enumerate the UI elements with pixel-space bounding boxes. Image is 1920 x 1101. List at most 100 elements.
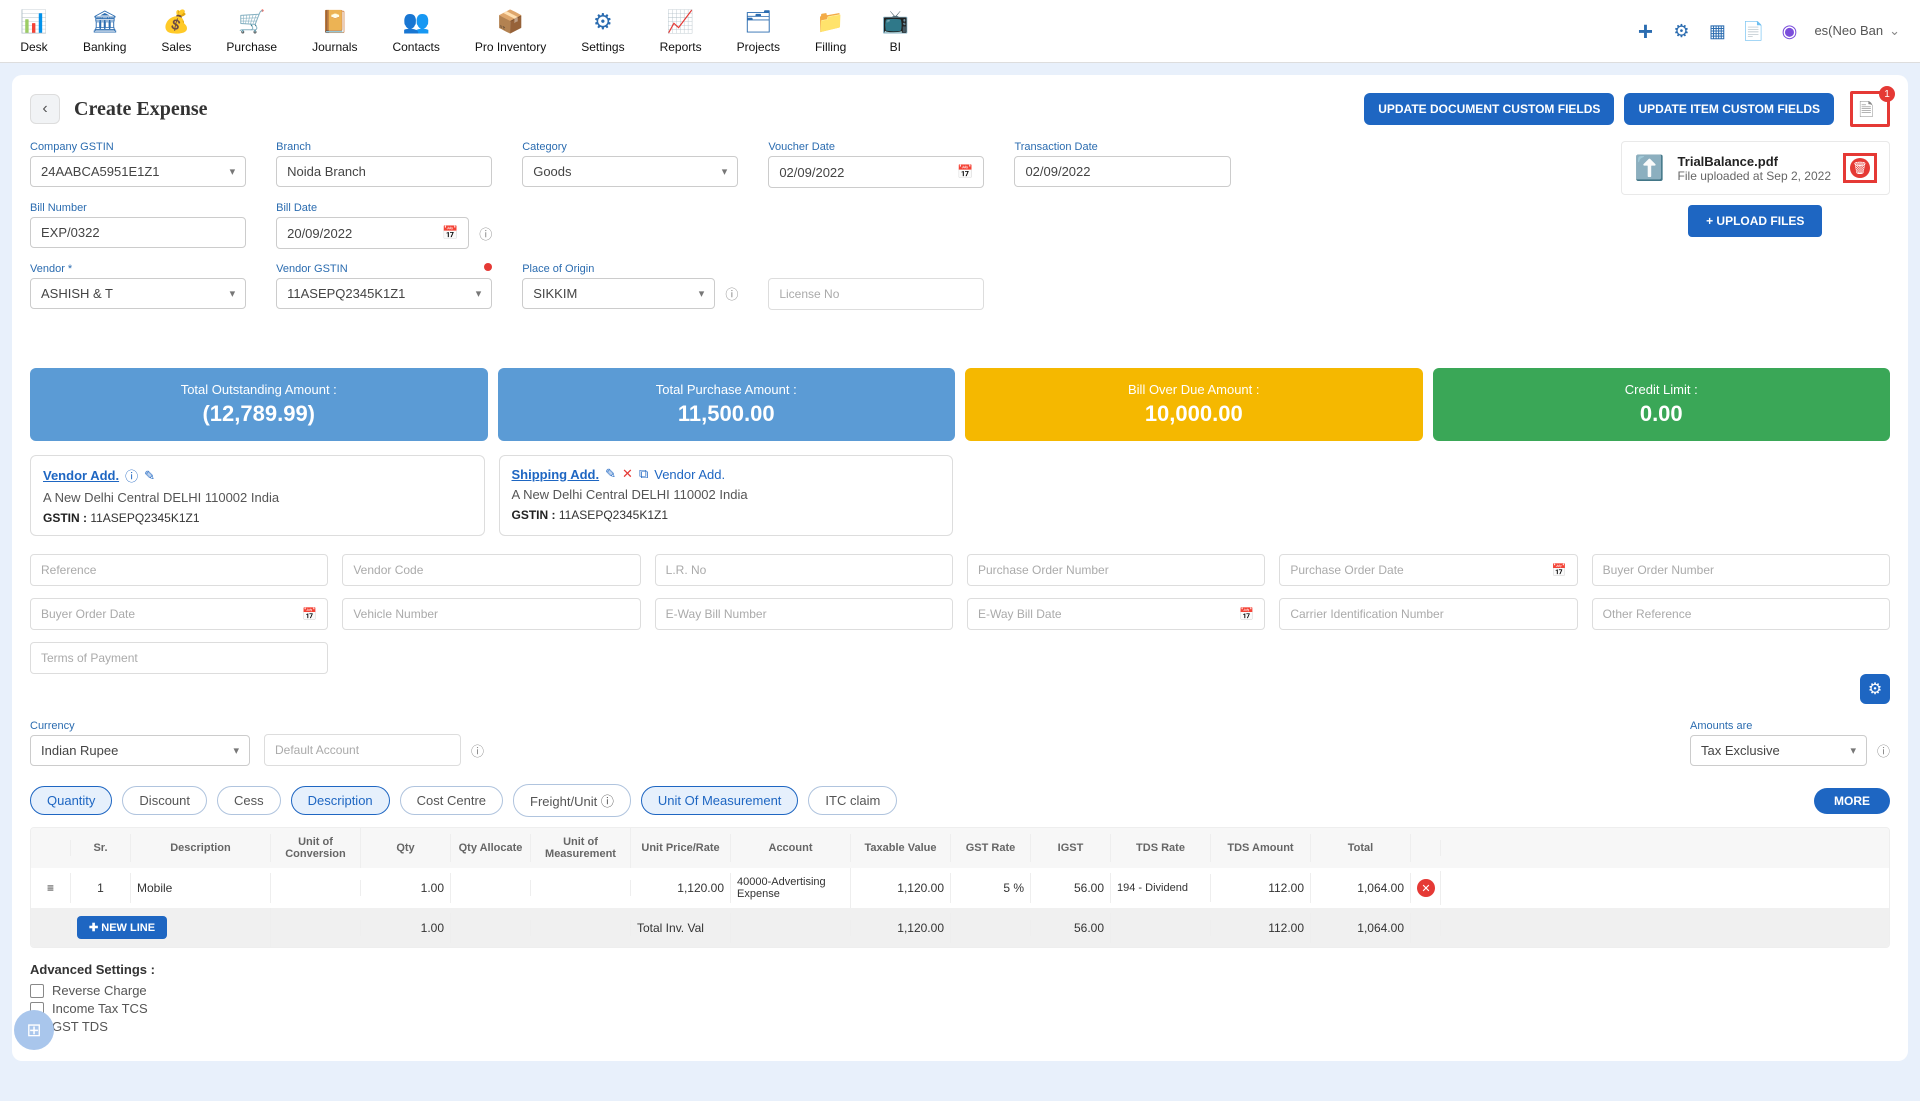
nav-desk[interactable]: 📊Desk — [20, 8, 48, 54]
note-icon[interactable]: 📄 — [1742, 20, 1764, 42]
pill-cess[interactable]: Cess — [217, 786, 281, 815]
voucher-date-input[interactable]: 02/09/2022📅 — [768, 156, 984, 188]
reference-input[interactable]: Reference — [30, 554, 328, 586]
pill-quantity[interactable]: Quantity — [30, 786, 112, 815]
pill-cost-centre[interactable]: Cost Centre — [400, 786, 503, 815]
nav-projects[interactable]: 🗂Projects — [737, 8, 780, 54]
sales-icon: 💰 — [162, 8, 190, 36]
purchase-icon: 🛒 — [238, 8, 266, 36]
contacts-icon: 👥 — [402, 8, 430, 36]
nav-banking[interactable]: 🏛Banking — [83, 8, 126, 54]
currency-select[interactable]: Indian Rupee▾ — [30, 735, 250, 766]
po-number-input[interactable]: Purchase Order Number — [967, 554, 1265, 586]
advanced-settings-heading: Advanced Settings : — [30, 962, 1890, 977]
info-icon[interactable]: ⓘ — [479, 224, 492, 243]
vehicle-number-input[interactable]: Vehicle Number — [342, 598, 640, 630]
close-icon[interactable]: ✕ — [622, 466, 633, 482]
pill-freight[interactable]: Freight/Unit ⓘ — [513, 784, 631, 817]
lr-no-input[interactable]: L.R. No — [655, 554, 953, 586]
edit-icon[interactable]: ✎ — [144, 468, 155, 484]
copy-icon[interactable]: ⧉ — [639, 466, 648, 482]
carrier-id-input[interactable]: Carrier Identification Number — [1279, 598, 1577, 630]
nav-purchase[interactable]: 🛒Purchase — [226, 8, 277, 54]
vendor-add-link2[interactable]: Vendor Add. — [654, 467, 725, 482]
update-doc-fields-button[interactable]: UPDATE DOCUMENT CUSTOM FIELDS — [1364, 93, 1614, 125]
add-icon[interactable]: + — [1634, 20, 1656, 42]
nav-inventory[interactable]: 📦Pro Inventory — [475, 8, 546, 54]
delete-row-button[interactable]: ✕ — [1417, 879, 1435, 897]
shipping-address-card: Shipping Add.✎✕⧉Vendor Add. A New Delhi … — [499, 455, 954, 536]
user-dropdown[interactable]: es(Neo Ban⌄ — [1814, 23, 1900, 39]
info-icon[interactable]: ⓘ — [125, 466, 138, 485]
nav-contacts[interactable]: 👥Contacts — [392, 8, 439, 54]
calendar-icon: 📅 — [957, 164, 973, 180]
calendar-icon: 📅 — [442, 225, 458, 241]
amounts-are-select[interactable]: Tax Exclusive▾ — [1690, 735, 1867, 766]
nav-reports[interactable]: 📈Reports — [660, 8, 702, 54]
po-date-input[interactable]: Purchase Order Date📅 — [1279, 554, 1577, 586]
pill-uom[interactable]: Unit Of Measurement — [641, 786, 799, 815]
pill-itc[interactable]: ITC claim — [808, 786, 897, 815]
reports-icon: 📈 — [667, 8, 695, 36]
place-origin-select[interactable]: SIKKIM▾ — [522, 278, 715, 309]
new-line-button[interactable]: ✚ NEW LINE — [77, 916, 167, 939]
delete-icon: 🗑 — [1850, 158, 1870, 178]
settings-icon: ⚙ — [589, 8, 617, 36]
other-reference-input[interactable]: Other Reference — [1592, 598, 1890, 630]
info-icon[interactable]: ⓘ — [471, 741, 484, 760]
info-icon[interactable]: ⓘ — [1877, 741, 1890, 760]
desk-icon: 📊 — [20, 8, 48, 36]
reverse-charge-checkbox[interactable]: Reverse Charge — [30, 983, 1890, 998]
pill-description[interactable]: Description — [291, 786, 390, 815]
eway-bill-input[interactable]: E-Way Bill Number — [655, 598, 953, 630]
bank-icon: 🏛 — [91, 8, 119, 36]
kpi-credit: Credit Limit :0.00 — [1433, 368, 1891, 441]
transaction-date-input[interactable]: 02/09/2022 — [1014, 156, 1230, 187]
grid-icon[interactable]: ▦ — [1706, 20, 1728, 42]
attachments-button[interactable]: 🗎 1 — [1850, 91, 1890, 127]
page-title: Create Expense — [74, 98, 208, 121]
info-icon[interactable]: ⓘ — [725, 284, 738, 303]
income-tax-tcs-checkbox[interactable]: Income Tax TCS — [30, 1001, 1890, 1016]
edit-icon[interactable]: ✎ — [605, 466, 616, 482]
eway-date-input[interactable]: E-Way Bill Date📅 — [967, 598, 1265, 630]
gst-tds-checkbox[interactable]: GST TDS — [30, 1019, 1890, 1034]
floating-help-button[interactable]: ⊞ — [14, 1010, 54, 1050]
branch-input[interactable]: Noida Branch — [276, 156, 492, 187]
required-dot — [484, 263, 492, 271]
nav-journals[interactable]: 📔Journals — [312, 8, 357, 54]
nav-sales[interactable]: 💰Sales — [161, 8, 191, 54]
vendor-code-input[interactable]: Vendor Code — [342, 554, 640, 586]
nav-settings[interactable]: ⚙Settings — [581, 8, 624, 54]
buyer-order-date-input[interactable]: Buyer Order Date📅 — [30, 598, 328, 630]
drag-handle-icon[interactable]: ≡ — [31, 873, 71, 903]
vendor-gstin-select[interactable]: 11ASEPQ2345K1Z1▾ — [276, 278, 492, 309]
badge-icon[interactable]: ◉ — [1778, 20, 1800, 42]
vendor-add-link[interactable]: Vendor Add. — [43, 468, 119, 483]
update-item-fields-button[interactable]: UPDATE ITEM CUSTOM FIELDS — [1624, 93, 1834, 125]
nav-bi[interactable]: 📺BI — [881, 8, 909, 54]
bi-icon: 📺 — [881, 8, 909, 36]
more-button[interactable]: MORE — [1814, 788, 1890, 814]
bill-number-input[interactable]: EXP/0322 — [30, 217, 246, 248]
category-select[interactable]: Goods▾ — [522, 156, 738, 187]
vendor-address-card: Vendor Add.ⓘ✎ A New Delhi Central DELHI … — [30, 455, 485, 536]
shipping-add-link[interactable]: Shipping Add. — [512, 467, 600, 482]
table-settings-button[interactable]: ⚙ — [1860, 674, 1890, 704]
file-upload-icon: ⬆️ — [1634, 152, 1666, 184]
delete-file-button[interactable]: 🗑 — [1843, 153, 1877, 183]
table-row[interactable]: ≡ 1 Mobile 1.00 1,120.00 40000-Advertisi… — [31, 868, 1889, 908]
vendor-select[interactable]: ASHISH & T▾ — [30, 278, 246, 309]
default-account-input[interactable]: Default Account — [264, 734, 461, 766]
license-input[interactable]: License No — [768, 278, 984, 310]
gear-icon[interactable]: ⚙ — [1670, 20, 1692, 42]
back-button[interactable]: ‹ — [30, 94, 60, 124]
terms-payment-input[interactable]: Terms of Payment — [30, 642, 328, 674]
bill-date-input[interactable]: 20/09/2022📅 — [276, 217, 469, 249]
upload-files-button[interactable]: + UPLOAD FILES — [1688, 205, 1822, 237]
company-gstin-select[interactable]: 24AABCA5951E1Z1▾ — [30, 156, 246, 187]
pill-discount[interactable]: Discount — [122, 786, 207, 815]
buyer-order-number-input[interactable]: Buyer Order Number — [1592, 554, 1890, 586]
nav-filling[interactable]: 📁Filling — [815, 8, 846, 54]
kpi-overdue: Bill Over Due Amount :10,000.00 — [965, 368, 1423, 441]
